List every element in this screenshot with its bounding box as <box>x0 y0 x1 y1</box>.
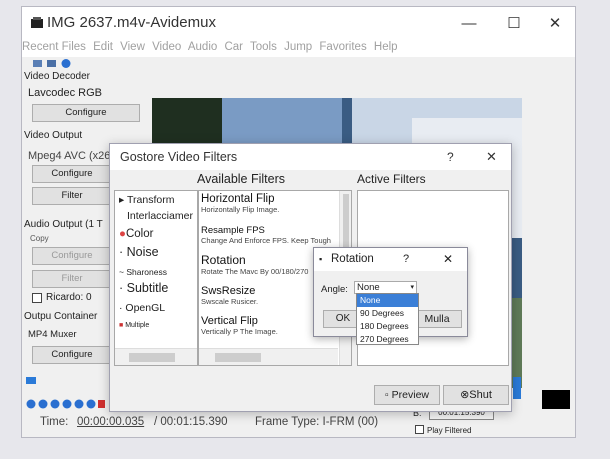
filters-hscrollbar[interactable] <box>199 348 338 365</box>
filter-close-button[interactable]: ✕ <box>486 144 497 170</box>
maximize-button[interactable]: ☐ <box>494 11 534 37</box>
filter-rotation[interactable]: Rotation Rotate The Mavc By 00/180/270 <box>201 253 308 276</box>
filter-help-button[interactable]: ? <box>447 144 454 170</box>
window-title: IMG 2637.m4v-Avidemux <box>47 14 216 31</box>
shift-label: Ricardo: 0 <box>46 292 92 303</box>
container-configure-button[interactable]: Configure <box>32 346 112 364</box>
angle-option-180[interactable]: 180 Degrees <box>357 320 418 333</box>
category-scroll-thumb[interactable] <box>129 353 175 362</box>
close-button[interactable]: ✕ <box>535 11 575 37</box>
menu-audio[interactable]: Audio <box>188 41 217 53</box>
video-filter-button[interactable]: Filter <box>32 187 112 205</box>
category-multiple[interactable]: ■ Multiple <box>119 317 149 335</box>
video-output-label: Video Output <box>24 130 83 141</box>
filters-hscroll-thumb[interactable] <box>215 353 261 362</box>
audio-filter-button[interactable]: Filter <box>32 270 112 288</box>
avidemux-icon <box>31 17 43 28</box>
angle-label: Angle: <box>321 284 348 295</box>
menu-help[interactable]: Help <box>374 41 398 53</box>
navigation-buttons[interactable] <box>26 396 106 409</box>
category-interlacing[interactable]: Interlacciamer <box>127 207 193 225</box>
color-icon: ● <box>119 228 126 240</box>
play-filtered-checkbox[interactable] <box>415 425 424 434</box>
menu-video[interactable]: Video <box>152 41 181 53</box>
decoder-configure-button[interactable]: Configure <box>32 104 140 122</box>
minimize-button[interactable]: — <box>449 11 489 37</box>
menu-edit[interactable]: Edit <box>93 41 113 53</box>
shut-icon: ⊗ <box>460 389 470 401</box>
filter-category-list: ▸ Transform Interlacciamer ●Color · Nois… <box>114 190 198 366</box>
rotation-titlebar: ▪ Rotation ? ✕ <box>314 248 467 271</box>
rotation-title: Rotation <box>331 253 374 265</box>
video-decoder-label: Video Decoder <box>24 71 90 82</box>
active-filters-title: Active Filters <box>357 172 426 186</box>
angle-option-none[interactable]: None <box>357 294 418 307</box>
filter-resample-fps[interactable]: Resample FPS Change And Enforce FPS. Kee… <box>201 225 331 245</box>
shift-checkbox[interactable] <box>32 293 42 303</box>
container-value[interactable]: MP4 Muxer <box>28 329 77 340</box>
filter-dialog-title: Gostore Video Filters <box>120 150 238 164</box>
audio-copy-value[interactable]: Copy <box>30 234 49 243</box>
audio-configure-button[interactable]: Configure <box>32 247 112 265</box>
filter-vertical-flip[interactable]: Vertical Flip Vertically P The Image. <box>201 315 278 336</box>
volume-slider[interactable] <box>513 377 521 399</box>
frame-type: Frame Type: I-FRM (00) <box>255 416 379 428</box>
category-subtitle[interactable]: · Subtitle <box>119 279 168 297</box>
navigation-icons[interactable] <box>26 399 106 409</box>
available-filters-title: Available Filters <box>197 172 286 186</box>
title-bar: IMG 2637.m4v-Avidemux — ☐ ✕ <box>22 7 575 41</box>
shut-button[interactable]: ⊗Shut <box>443 385 509 405</box>
play-filtered-label: Play Filtered <box>427 426 472 435</box>
category-color[interactable]: ●Color <box>119 225 153 243</box>
menu-car[interactable]: Car <box>224 41 243 53</box>
angle-option-270[interactable]: 270 Degrees <box>357 333 418 346</box>
filter-dialog-titlebar: Gostore Video Filters ? ✕ <box>110 144 511 170</box>
filter-swsresize[interactable]: SwsResize Swscale Rusicer. <box>201 285 258 306</box>
rotation-app-icon: ▪ <box>319 254 323 264</box>
seek-slider-handle[interactable] <box>26 377 36 384</box>
menu-favorites[interactable]: Favorites <box>319 41 366 53</box>
current-time[interactable]: 00:00:00.035 <box>77 416 144 428</box>
category-opengl[interactable]: · OpenGL <box>119 299 165 317</box>
chevron-down-icon: ▾ <box>410 284 414 291</box>
category-scrollbar[interactable] <box>115 348 197 365</box>
angle-option-90[interactable]: 90 Degrees <box>357 307 418 320</box>
preview-icon: ▫ <box>384 389 389 401</box>
angle-dropdown-list: None 90 Degrees 180 Degrees 270 Degrees <box>356 293 419 345</box>
preview-button[interactable]: ▫ Preview <box>374 385 440 405</box>
audio-output-label: Audio Output (1 T <box>24 219 103 230</box>
rotation-help-button[interactable]: ? <box>403 253 409 265</box>
menu-recent-files[interactable]: Recent Files <box>22 41 86 53</box>
filter-horizontal-flip[interactable]: Horizontal Flip Horizontally Flip Image. <box>201 193 279 214</box>
rotation-cancel-button[interactable]: Mulla <box>412 310 462 328</box>
video-configure-button[interactable]: Configure <box>32 165 112 183</box>
video-output-value[interactable]: Mpeg4 AVC (x264 <box>28 150 116 162</box>
menu-view[interactable]: View <box>120 41 145 53</box>
decoder-value: Lavcodec RGB <box>28 87 102 99</box>
menu-tools[interactable]: Tools <box>250 41 277 53</box>
category-noise[interactable]: · Noise <box>119 243 159 261</box>
output-container-label: Outpu Container <box>24 311 98 322</box>
menu-jump[interactable]: Jump <box>284 41 312 53</box>
time-label: Time: <box>40 416 69 428</box>
multiple-icon: ■ <box>119 322 124 329</box>
menu-bar: Recent Files Edit View Video Audio Car T… <box>22 41 575 57</box>
total-time: / 00:01:15.390 <box>154 416 228 428</box>
rotation-close-button[interactable]: ✕ <box>443 252 453 266</box>
